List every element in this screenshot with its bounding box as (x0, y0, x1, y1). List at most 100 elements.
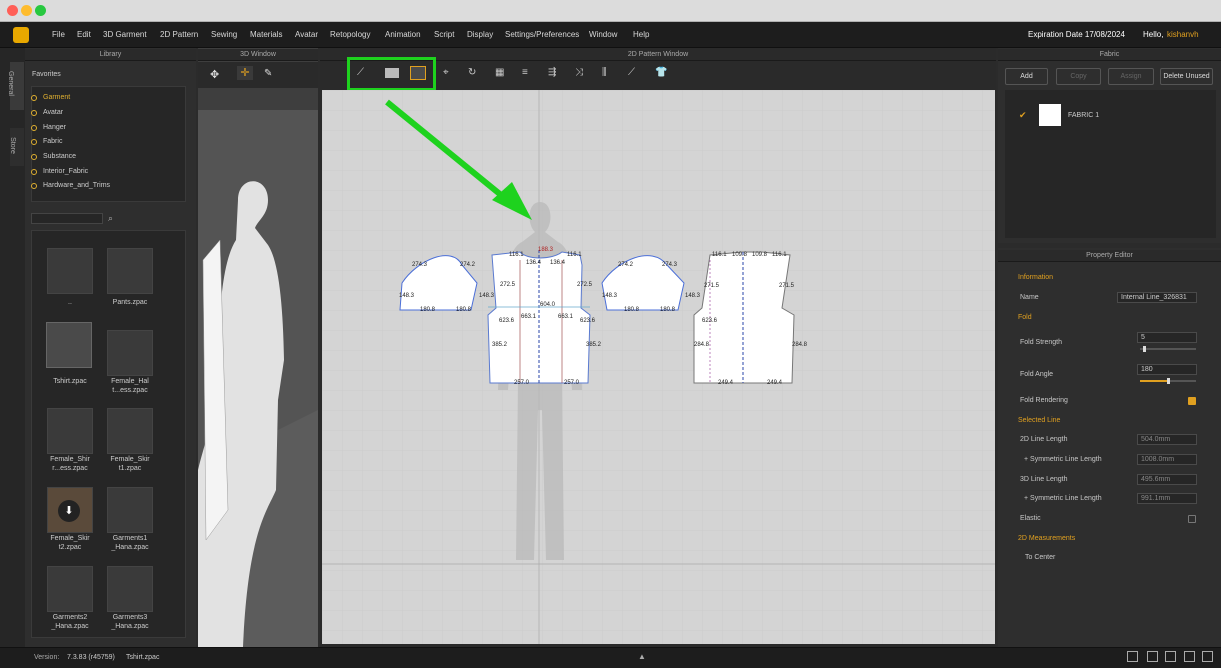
library-item-garment[interactable]: Garment (31, 94, 70, 101)
menu-edit[interactable]: Edit (77, 30, 91, 39)
menu-help[interactable]: Help (633, 30, 649, 39)
thumb-female-shirt[interactable] (47, 408, 93, 454)
section-information[interactable]: Information (1018, 274, 1053, 281)
thumb-label: .. (68, 299, 72, 306)
measure-label: 272.5 (500, 282, 516, 288)
status-bar (0, 647, 1221, 668)
version-label: Version: (34, 654, 60, 661)
rotate-pattern-icon[interactable]: ↻ (468, 67, 484, 81)
thumb-female-halter[interactable] (107, 330, 153, 376)
property-editor-header: Property Editor (998, 250, 1221, 262)
edit-pattern-tool-icon[interactable]: ⌖ (443, 67, 459, 81)
measure-label: 148.3 (399, 293, 415, 299)
delete-unused-button[interactable]: Delete Unused (1160, 68, 1213, 85)
transform-tool-icon[interactable]: ✛ (237, 66, 253, 80)
move-tool-icon[interactable]: ✥ (210, 68, 226, 82)
thumb-garments1[interactable] (107, 487, 153, 533)
library-header: Library (25, 49, 196, 61)
grid-pattern-icon[interactable]: ▦ (495, 67, 511, 81)
library-item-hardware[interactable]: Hardware_and_Trims (31, 182, 110, 189)
section-fold[interactable]: Fold (1018, 314, 1032, 321)
library-item-hanger[interactable]: Hanger (31, 124, 66, 131)
library-item-interior-fabric[interactable]: Interior_Fabric (31, 168, 88, 175)
polygon-tool-icon[interactable] (385, 68, 399, 78)
segment-sewing-icon[interactable]: ⤨ (575, 67, 591, 81)
fold-rendering-label: Fold Rendering (1020, 397, 1068, 404)
menu-3d-garment[interactable]: 3D Garment (103, 30, 147, 39)
user-name[interactable]: kishanvh (1167, 30, 1199, 39)
assign-fabric-button[interactable]: Assign (1108, 68, 1154, 85)
layout-icon[interactable] (1202, 651, 1213, 662)
elastic-checkbox[interactable] (1188, 515, 1196, 523)
garment-icon[interactable]: 👕 (655, 67, 671, 81)
section-selected-line[interactable]: Selected Line (1018, 417, 1060, 424)
fold-rendering-checkbox[interactable] (1188, 397, 1196, 405)
fold-strength-input[interactable]: 5 (1137, 332, 1197, 343)
viewport-3d[interactable] (198, 110, 318, 647)
add-fabric-button[interactable]: Add (1005, 68, 1048, 85)
internal-line-tool-icon[interactable]: ⟋ (357, 67, 373, 81)
thumb-pants[interactable] (107, 248, 153, 294)
menu-window[interactable]: Window (589, 30, 617, 39)
pen-tool-icon[interactable]: ✎ (264, 68, 280, 82)
layout-icon[interactable] (1127, 651, 1138, 662)
menu-file[interactable]: File (52, 30, 65, 39)
minimize-window-button[interactable] (21, 5, 32, 16)
fold-strength-handle[interactable] (1143, 346, 1146, 352)
menu-retopology[interactable]: Retopology (330, 30, 370, 39)
thumb-tshirt[interactable] (46, 322, 92, 368)
thumb-label: Female_Skir t2.zpac (50, 535, 90, 551)
close-window-button[interactable] (7, 5, 18, 16)
layout-icon[interactable] (1165, 651, 1176, 662)
pleat-tool-icon[interactable]: ⫼ (602, 67, 618, 81)
expand-arrow-icon[interactable]: ▲ (638, 652, 646, 661)
pattern-canvas[interactable]: 274.3 274.2 148.3 180.8 180.8 148.3 188.… (322, 90, 995, 644)
sym3d-label: + Symmetric Line Length (1024, 495, 1102, 502)
layout-icon[interactable] (1184, 651, 1195, 662)
menu-script[interactable]: Script (434, 30, 454, 39)
download-icon[interactable]: ⬇ (58, 500, 80, 522)
thumb-folder-up[interactable] (47, 248, 93, 294)
copy-fabric-button[interactable]: Copy (1056, 68, 1101, 85)
menu-settings[interactable]: Settings/Preferences (505, 30, 579, 39)
fold-strength-slider[interactable] (1140, 348, 1196, 350)
library-search-input[interactable] (31, 213, 103, 224)
menu-display[interactable]: Display (467, 30, 493, 39)
thumb-female-skirt1[interactable] (107, 408, 153, 454)
sym3d-value: 991.1mm (1137, 493, 1197, 504)
fabric-swatch[interactable] (1039, 104, 1061, 126)
hello-label: Hello, (1143, 30, 1164, 39)
library-item-substance[interactable]: Substance (31, 153, 76, 160)
measure-tool-icon[interactable]: ⟋ (628, 67, 644, 81)
thumb-garments3[interactable] (107, 566, 153, 612)
measure-label: 272.5 (577, 282, 593, 288)
name-field[interactable]: Internal Line_326831 (1117, 292, 1197, 303)
layout-icon[interactable] (1147, 651, 1158, 662)
measure-label: 188.3 (538, 247, 554, 253)
app-logo-icon (13, 27, 29, 43)
fold-arrangement-tool-icon[interactable] (410, 66, 426, 80)
fabric-item-name[interactable]: FABRIC 1 (1068, 112, 1099, 119)
menu-sewing[interactable]: Sewing (211, 30, 237, 39)
menu-materials[interactable]: Materials (250, 30, 282, 39)
to-center-item[interactable]: To Center (1025, 554, 1055, 561)
fold-angle-handle[interactable] (1167, 378, 1170, 384)
menu-avatar[interactable]: Avatar (295, 30, 318, 39)
measure-label: 663.1 (558, 314, 574, 320)
measure-label: 249.4 (767, 380, 783, 386)
favorites-label: Favorites (32, 71, 61, 78)
menu-2d-pattern[interactable]: 2D Pattern (160, 30, 198, 39)
measure-label: 148.3 (685, 293, 701, 299)
menu-animation[interactable]: Animation (385, 30, 421, 39)
measure-label: 274.3 (662, 262, 678, 268)
search-icon[interactable]: ⌕ (108, 213, 113, 224)
sewing-tool-icon[interactable]: ⇶ (548, 67, 564, 81)
library-item-avatar[interactable]: Avatar (31, 109, 63, 116)
library-item-fabric[interactable]: Fabric (31, 138, 62, 145)
zoom-window-button[interactable] (35, 5, 46, 16)
thumb-garments2[interactable] (47, 566, 93, 612)
measure-label: 109.8 (752, 252, 768, 258)
section-2d-measurements[interactable]: 2D Measurements (1018, 535, 1075, 542)
fold-angle-input[interactable]: 180 (1137, 364, 1197, 375)
stretch-tool-icon[interactable]: ≡ (522, 67, 538, 81)
